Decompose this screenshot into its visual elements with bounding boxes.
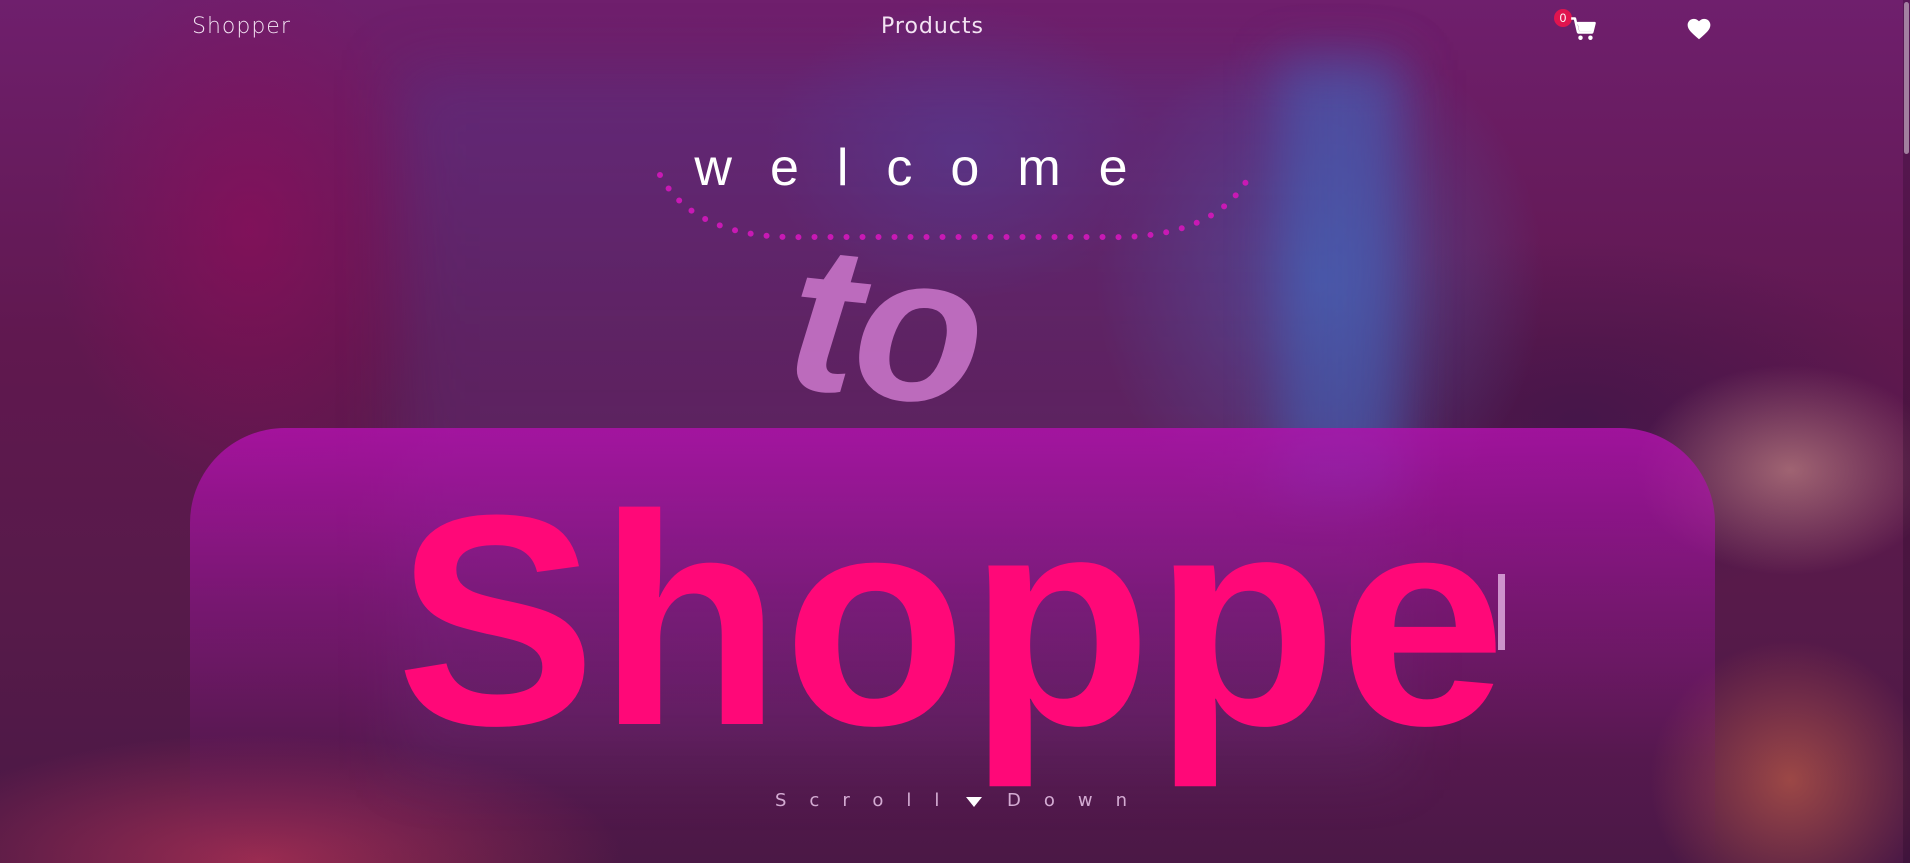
scroll-down-button[interactable]: Scroll Down bbox=[760, 790, 1160, 814]
caret-down-icon bbox=[965, 793, 983, 807]
scrollbar-thumb[interactable] bbox=[1904, 2, 1909, 154]
nav-products-link[interactable]: Products bbox=[881, 14, 984, 39]
to-word: to bbox=[778, 197, 993, 452]
background-blur-column bbox=[1280, 60, 1400, 490]
typed-brand-heading: Shoppe bbox=[396, 452, 1508, 788]
page-scrollbar[interactable] bbox=[1903, 0, 1910, 863]
brand-logo-link[interactable]: Shopper bbox=[192, 14, 291, 39]
down-label: Down bbox=[1007, 790, 1151, 811]
heart-icon[interactable] bbox=[1686, 16, 1712, 42]
shopping-cart-icon[interactable] bbox=[1570, 15, 1598, 43]
landing-page: Shopper Products 0 welcome to Shoppe Scr… bbox=[0, 0, 1910, 863]
navbar: Shopper Products 0 bbox=[0, 0, 1910, 58]
scroll-label: Scroll bbox=[775, 790, 963, 811]
typing-caret bbox=[1498, 574, 1505, 650]
